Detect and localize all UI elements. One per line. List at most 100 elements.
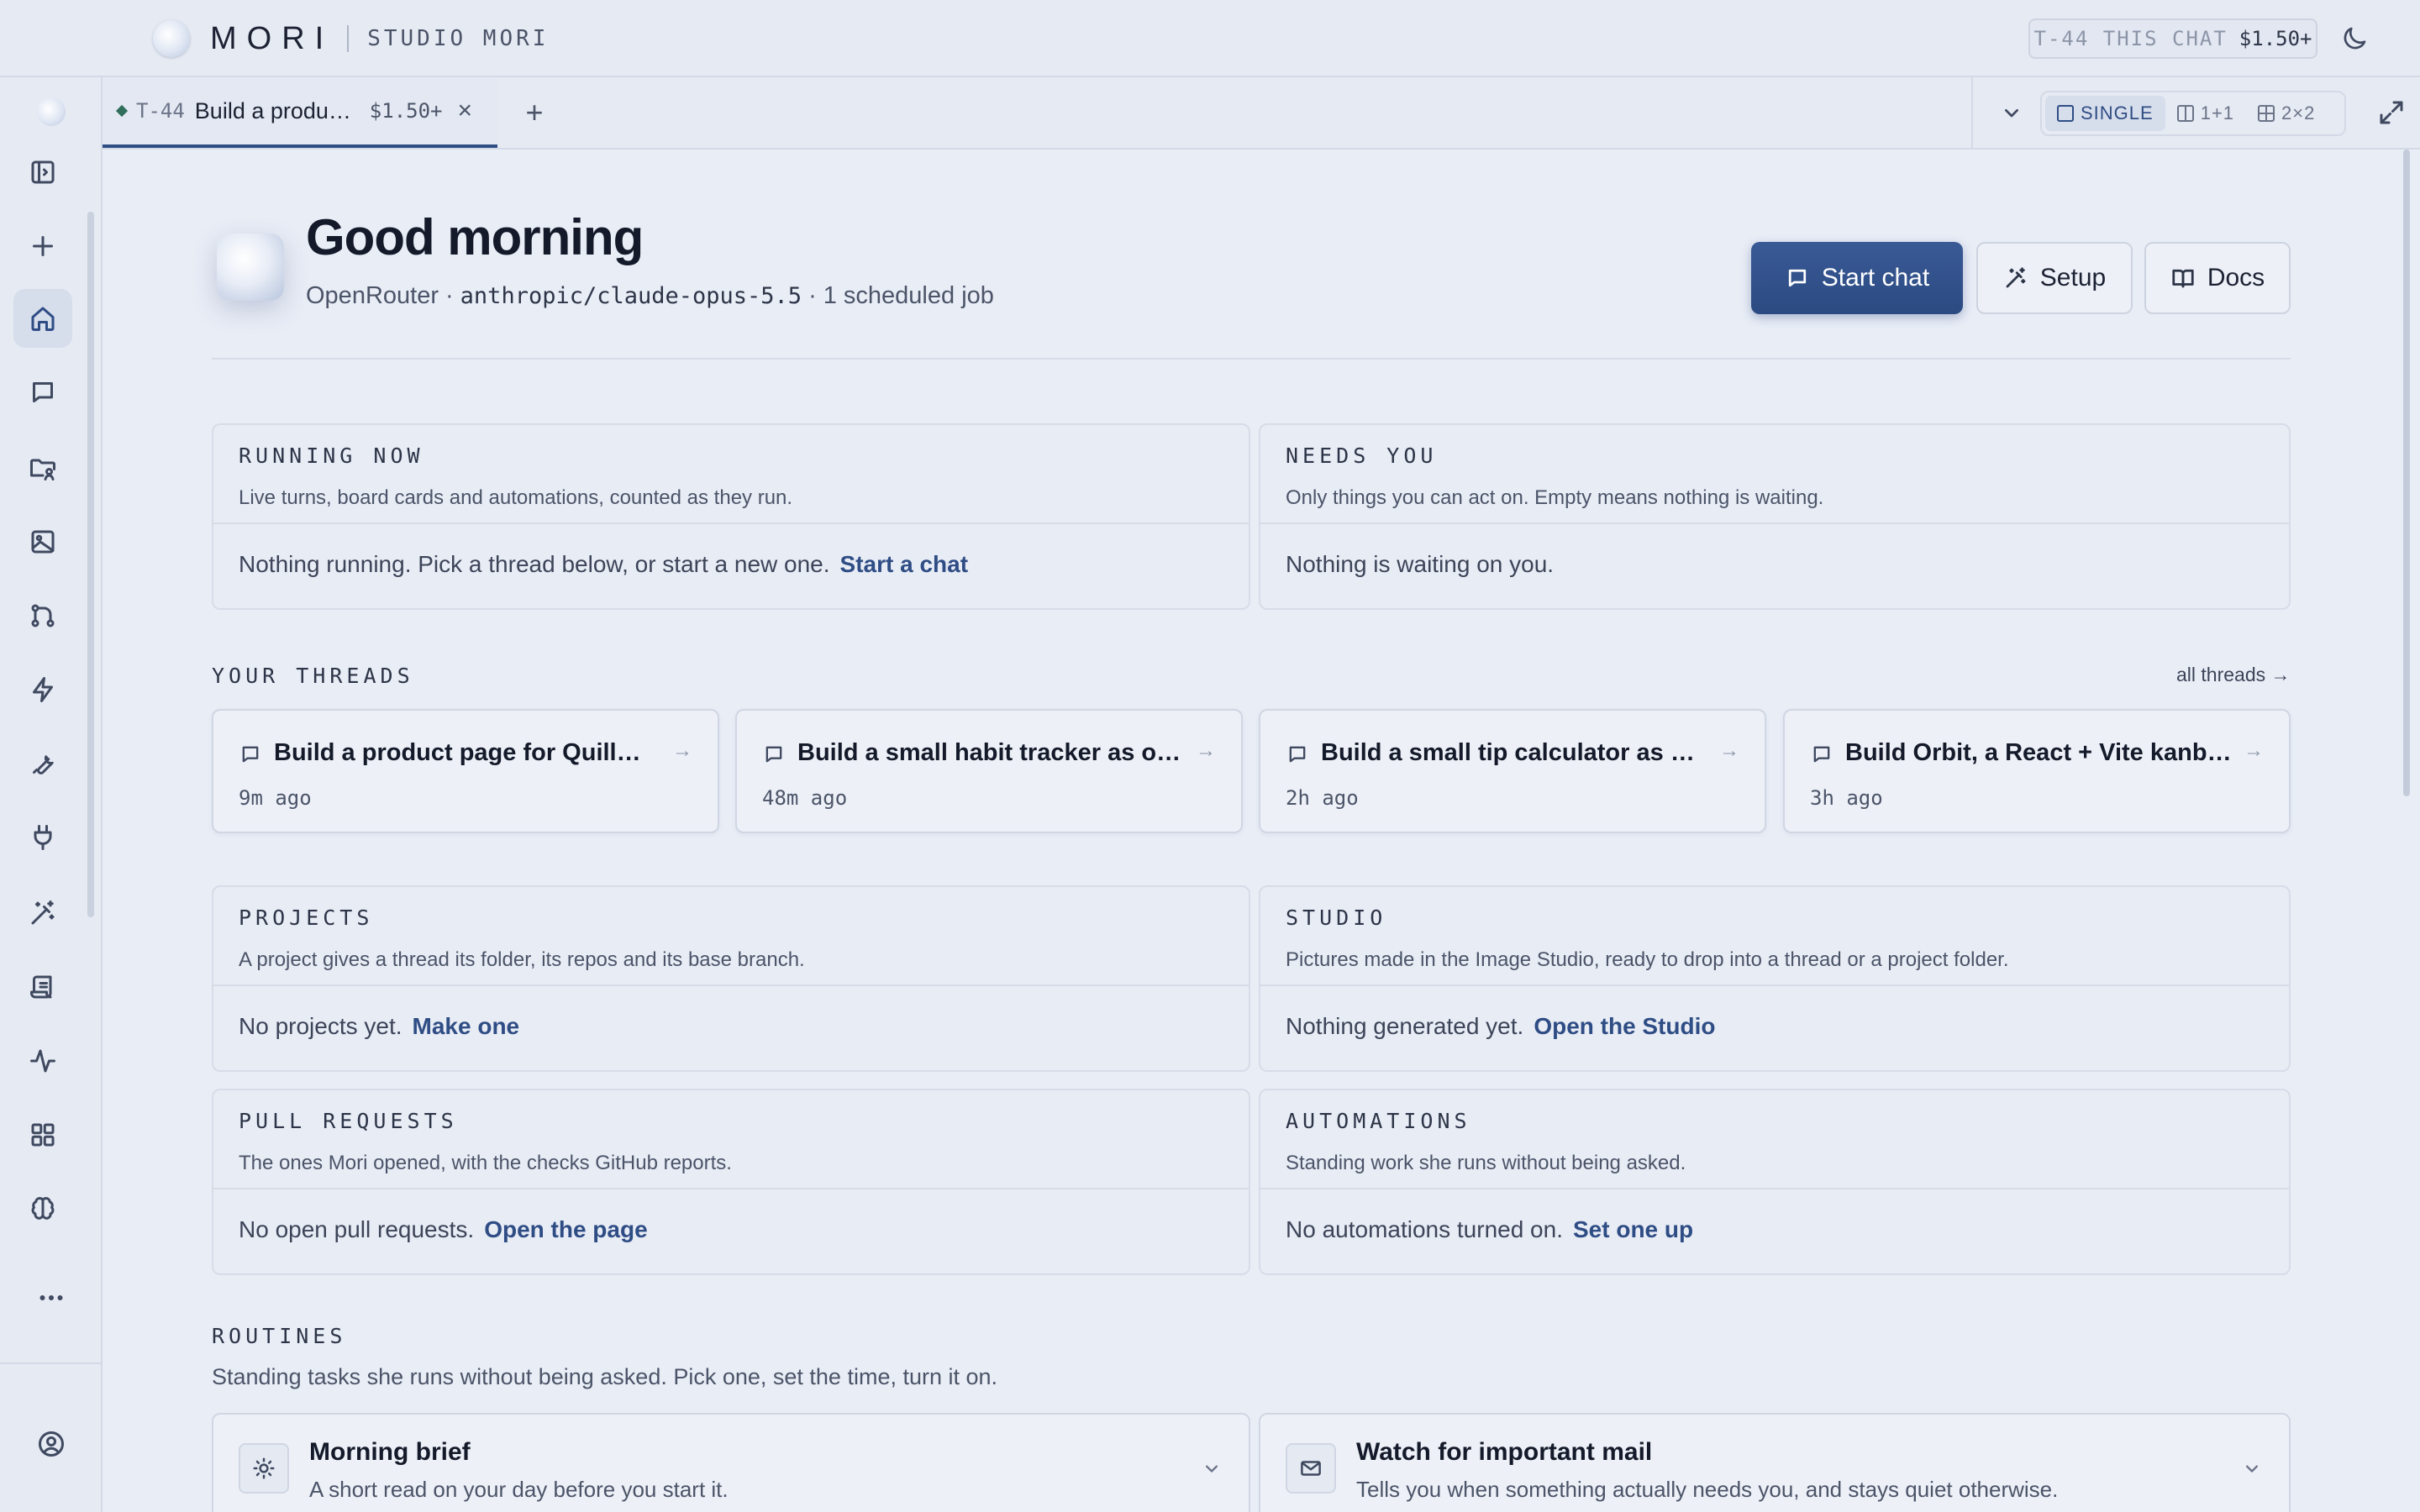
folder-user-icon	[30, 459, 55, 480]
tab-tools: SINGLE 1+1 2×2	[1971, 77, 2420, 148]
bolt-icon	[33, 677, 53, 702]
set-one-up-link[interactable]: Set one up	[1573, 1216, 1693, 1242]
rail-item-home[interactable]	[13, 289, 72, 348]
card-description: Live turns, board cards and automations,…	[239, 486, 793, 509]
thread-card[interactable]: Build a small habit tracker as one s... …	[735, 709, 1243, 833]
chevron-down-icon[interactable]	[2240, 1457, 2264, 1480]
top-bar: MORI STUDIO MORI T-44 THIS CHAT $1.50+	[0, 0, 2420, 77]
card-body: No projects yet. Make one	[239, 1013, 519, 1040]
model-name: anthropic/claude-opus-5.5	[460, 283, 802, 309]
sidebar-icon	[31, 160, 55, 184]
sidebar-toggle-button[interactable]	[13, 143, 72, 202]
layout-switcher: SINGLE 1+1 2×2	[2040, 91, 2346, 136]
open-studio-link[interactable]: Open the Studio	[1534, 1013, 1715, 1039]
routines-description: Standing tasks she runs without being as…	[212, 1364, 998, 1389]
left-rail	[0, 77, 103, 1512]
brand-divider	[347, 25, 350, 52]
rail-more-button[interactable]	[22, 1268, 81, 1327]
setup-button[interactable]: Setup	[1976, 242, 2133, 314]
new-button[interactable]	[13, 217, 72, 276]
page-title: Good morning	[306, 209, 644, 265]
rail-scrollbar[interactable]	[87, 212, 94, 917]
rail-item-studio[interactable]	[13, 512, 72, 571]
rail-divider	[0, 1362, 101, 1364]
card-body: Nothing running. Pick a thread below, or…	[239, 551, 968, 578]
needs-you-card: NEEDS YOU Only things you can act on. Em…	[1259, 423, 2291, 610]
sun-icon	[253, 1457, 275, 1479]
layout-split-label: 1+1	[2200, 102, 2235, 123]
chat-cost-pill[interactable]: T-44 THIS CHAT $1.50+	[2028, 18, 2317, 59]
brain-icon	[31, 1197, 55, 1220]
tab-title: Build a product page for Quillmoor...	[194, 97, 360, 123]
thread-title: Build a small habit tracker as one s...	[797, 739, 1184, 766]
routines-section-label: ROUTINES	[212, 1324, 347, 1348]
wand-icon	[31, 900, 55, 925]
card-body: Nothing is waiting on you.	[1286, 551, 1554, 578]
rail-item-automations[interactable]	[13, 660, 72, 719]
thread-title: Build a small tip calculator as one s...	[1321, 739, 1707, 766]
rail-item-activity[interactable]	[13, 1032, 72, 1090]
card-label: NEEDS YOU	[1286, 444, 1438, 468]
status-separator: ·	[445, 282, 454, 309]
main-scrollbar[interactable]	[2403, 150, 2410, 796]
automations-card: AUTOMATIONS Standing work she runs witho…	[1259, 1089, 2291, 1275]
wand-icon	[2006, 267, 2026, 288]
thread-time: 3h ago	[1810, 786, 1883, 810]
rail-item-projects[interactable]	[13, 438, 72, 497]
rail-item-plugins[interactable]	[13, 808, 72, 867]
chat-cost-label: T-44 THIS CHAT	[2033, 27, 2228, 50]
open-page-link[interactable]: Open the page	[484, 1216, 647, 1242]
card-divider	[213, 522, 1249, 524]
close-icon[interactable]: ×	[458, 97, 473, 125]
chevron-down-icon[interactable]	[1998, 99, 2025, 126]
arrow-right-icon: →	[1196, 739, 1216, 762]
new-tab-button[interactable]: +	[514, 92, 555, 133]
thread-time: 2h ago	[1286, 786, 1359, 810]
grid-pane-icon	[2258, 105, 2275, 122]
expand-icon[interactable]	[2376, 97, 2407, 128]
tab-thread-t44[interactable]: T-44 Build a product page for Quillmoor.…	[103, 77, 497, 148]
thread-card[interactable]: Build a small tip calculator as one s...…	[1259, 709, 1766, 833]
rail-item-pull-requests[interactable]	[13, 586, 72, 645]
empty-state-text: No automations turned on.	[1286, 1216, 1563, 1242]
routine-morning-brief[interactable]: Morning brief A short read on your day b…	[212, 1413, 1250, 1512]
thread-card[interactable]: Build Orbit, a React + Vite kanban a... …	[1783, 709, 2291, 833]
empty-state-text: Nothing running. Pick a thread below, or…	[239, 551, 830, 577]
rail-item-magic[interactable]	[13, 884, 72, 942]
rail-item-chats[interactable]	[13, 363, 72, 422]
thread-title: Build Orbit, a React + Vite kanban a...	[1845, 739, 2232, 766]
card-label: PROJECTS	[239, 906, 374, 930]
thread-card[interactable]: Build a product page for Quillmoor... → …	[212, 709, 719, 833]
rail-item-logs[interactable]	[13, 958, 72, 1016]
routine-watch-mail[interactable]: Watch for important mail Tells you when …	[1259, 1413, 2291, 1512]
layout-split-button[interactable]: 1+1	[2165, 96, 2246, 131]
make-project-link[interactable]: Make one	[413, 1013, 520, 1039]
docs-label: Docs	[2207, 264, 2265, 291]
layout-grid-button[interactable]: 2×2	[2246, 96, 2327, 131]
account-button[interactable]	[22, 1415, 81, 1473]
docs-button[interactable]: Docs	[2144, 242, 2291, 314]
user-circle-icon	[39, 1431, 64, 1457]
rail-item-tools[interactable]	[13, 734, 72, 793]
start-a-chat-link[interactable]: Start a chat	[840, 551, 969, 577]
card-description: The ones Mori opened, with the checks Gi…	[239, 1152, 732, 1174]
layout-single-button[interactable]: SINGLE	[2045, 96, 2165, 131]
git-branch-icon	[31, 604, 55, 627]
start-chat-button[interactable]: Start chat	[1751, 242, 1963, 314]
arrow-right-icon: →	[672, 739, 692, 762]
routine-description: Tells you when something actually needs …	[1356, 1477, 2059, 1502]
all-threads-link[interactable]: all threads →	[2176, 664, 2291, 686]
provider-name: OpenRouter	[306, 282, 439, 309]
chat-icon	[1289, 746, 1306, 763]
rail-item-memory[interactable]	[13, 1179, 72, 1238]
mori-mini-logo-icon	[37, 97, 66, 126]
chevron-down-icon[interactable]	[1200, 1457, 1223, 1480]
scheduled-jobs: 1 scheduled job	[823, 282, 994, 309]
moon-icon[interactable]	[2339, 24, 2370, 54]
arrow-right-icon: →	[1719, 739, 1739, 762]
rail-item-apps[interactable]	[13, 1105, 72, 1164]
brand[interactable]: MORI STUDIO MORI	[153, 17, 549, 60]
studio-card: STUDIO Pictures made in the Image Studio…	[1259, 885, 2291, 1072]
threads-section-label: YOUR THREADS	[212, 664, 414, 688]
card-divider	[213, 1188, 1249, 1189]
